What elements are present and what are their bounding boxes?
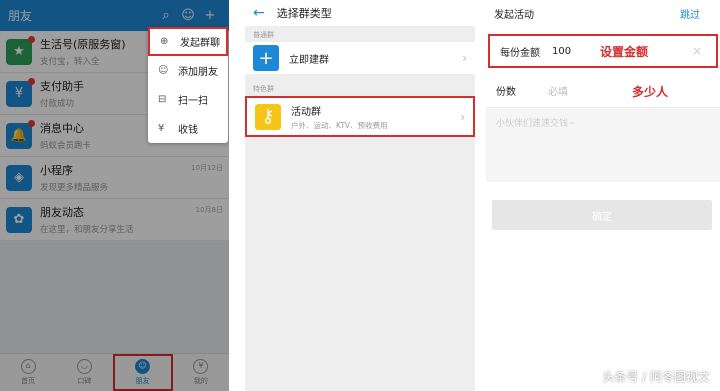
count-label: 份数	[496, 87, 516, 98]
clear-icon[interactable]: ×	[692, 44, 702, 58]
amount-field[interactable]: 每份金额 100 设置金额 ×	[488, 34, 718, 68]
scan-icon: ⊟	[158, 94, 167, 105]
create-group-now-item[interactable]: + 立即建群 ›	[245, 42, 475, 74]
mine-icon: ¥	[193, 359, 209, 374]
group-type-screen: ← 选择群类型 普通群 + 立即建群 › 特色群 ⚷ 活动群 户外、运动、KTV…	[245, 0, 475, 391]
create-activity-header: 发起活动 跳过	[486, 0, 720, 26]
watermark: 头条号 / 阿冬图视文	[602, 370, 710, 384]
plus-menu: ⊕ 发起群聊 ☺ 添加朋友 ⊟ 扫一扫 ¥ 收钱	[148, 27, 228, 143]
section-label-special: 特色群	[253, 85, 274, 93]
count-annotation: 多少人	[632, 85, 669, 99]
page-title: 发起活动	[494, 9, 534, 21]
menu-item-scan[interactable]: ⊟ 扫一扫	[148, 85, 228, 114]
amount-label: 每份金额	[500, 47, 540, 59]
tab-friends[interactable]: ☺ 朋友	[112, 354, 173, 391]
amount-input[interactable]: 100	[552, 46, 571, 57]
create-activity-screen: 发起活动 跳过 每份金额 100 设置金额 × 份数 必填 多少人 小伙伴们速速…	[486, 0, 720, 391]
key-icon: ⚷	[255, 103, 281, 130]
skip-button[interactable]: 跳过	[680, 6, 700, 21]
chevron-right-icon: ›	[460, 109, 465, 124]
menu-item-receive-money[interactable]: ¥ 收钱	[148, 114, 228, 143]
tab-home[interactable]: ⌂ 首页	[0, 354, 56, 391]
count-input[interactable]: 必填	[548, 83, 568, 98]
group-type-header: ← 选择群类型	[245, 0, 475, 26]
tab-mine[interactable]: ¥ 我的	[173, 354, 229, 391]
bottom-tab-bar: ⌂ 首页 ◡ 口碑 ☺ 朋友 ¥ 我的	[0, 353, 229, 391]
home-icon: ⌂	[20, 359, 36, 374]
count-field[interactable]: 份数 必填 多少人	[486, 74, 720, 108]
chevron-right-icon: ›	[462, 51, 467, 65]
menu-item-start-group-chat[interactable]: ⊕ 发起群聊	[148, 27, 228, 56]
activity-group-item[interactable]: ⚷ 活动群 户外、运动、KTV、预收费用 ›	[245, 96, 475, 137]
back-arrow-icon[interactable]: ←	[253, 5, 265, 21]
receive-money-icon: ¥	[158, 123, 165, 134]
add-user-icon: ☺	[158, 65, 169, 76]
menu-item-add-friend[interactable]: ☺ 添加朋友	[148, 56, 228, 85]
chat-plus-icon: ⊕	[160, 36, 169, 47]
page-title: 选择群类型	[276, 7, 332, 20]
greeting-input[interactable]: 小伙伴们速速交钱~	[486, 108, 720, 182]
confirm-button[interactable]: 确定	[492, 200, 712, 230]
friends-screen: 朋友 ⌕ ☺ + ★ 生活号(原服务窗) 支付宝，转入全 ¥ 支付助手 付款成功 🔔 消息中心…	[0, 0, 229, 391]
friends-icon: ☺	[135, 359, 151, 374]
amount-annotation: 设置金额	[600, 45, 649, 59]
plus-icon: +	[253, 45, 279, 71]
section-label-normal: 普通群	[253, 31, 274, 39]
koubei-icon: ◡	[76, 359, 92, 374]
tab-koubei[interactable]: ◡ 口碑	[56, 354, 112, 391]
